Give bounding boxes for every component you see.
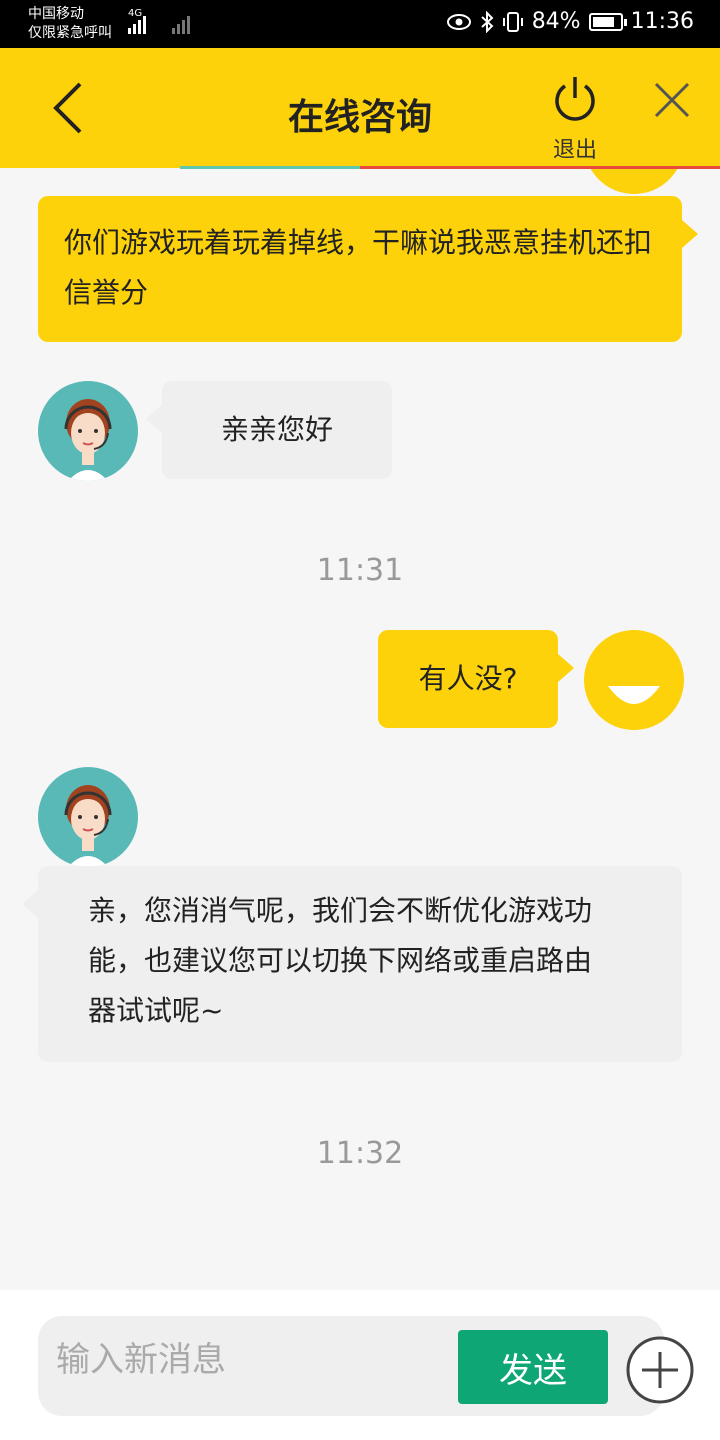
chat-area: 你们游戏玩着玩着掉线，干嘛说我恶意挂机还扣信誉分 亲亲您好 11:31 有人没? (0, 169, 720, 1290)
user-message: 你们游戏玩着玩着掉线，干嘛说我恶意挂机还扣信誉分 (38, 196, 698, 342)
add-attachment-button[interactable] (624, 1334, 696, 1406)
message-text: 亲，您消消气呢，我们会不断优化游戏功能，也建议您可以切换下网络或重启路由器试试呢… (88, 894, 593, 1027)
carrier-status: 仅限紧急呼叫 (28, 25, 112, 41)
smiley-icon (584, 169, 684, 194)
message-text: 你们游戏玩着玩着掉线，干嘛说我恶意挂机还扣信誉分 (64, 226, 653, 309)
agent-avatar-icon (64, 785, 112, 867)
header-bar: 在线咨询 退出 (0, 48, 720, 168)
status-right: 84% 11:36 (446, 9, 694, 34)
bluetooth-icon (481, 10, 494, 33)
user-avatar (584, 630, 684, 730)
message-text: 有人没? (418, 662, 518, 695)
plus-circle-icon (626, 1336, 694, 1404)
smiley-icon (608, 686, 660, 704)
status-time: 11:36 (630, 9, 694, 34)
message-input[interactable] (56, 1334, 446, 1386)
carrier-info: 中国移动 仅限紧急呼叫 (28, 5, 112, 43)
timestamp: 11:32 (316, 1136, 404, 1171)
battery-icon (588, 12, 627, 31)
close-button[interactable] (650, 78, 694, 122)
user-avatar (584, 169, 684, 194)
message-text: 亲亲您好 (220, 413, 333, 446)
timestamp: 11:31 (316, 553, 404, 588)
agent-avatar (38, 767, 138, 867)
agent-avatar (38, 381, 138, 481)
status-bar: 中国移动 仅限紧急呼叫 4G 84% 11:36 (0, 0, 720, 48)
message-input-container: 发送 (38, 1316, 664, 1416)
agent-message: 亲亲您好 (146, 381, 392, 479)
carrier-name: 中国移动 (28, 6, 84, 22)
agent-message: 亲，您消消气呢，我们会不断优化游戏功能，也建议您可以切换下网络或重启路由器试试呢… (22, 866, 682, 1062)
logout-button[interactable]: 退出 (540, 74, 610, 164)
input-bar: 发送 (0, 1290, 720, 1440)
vibrate-icon (502, 11, 523, 32)
power-icon (555, 77, 595, 121)
no-signal-icon (172, 12, 190, 34)
page-title: 在线咨询 (287, 97, 432, 138)
logout-label: 退出 (552, 138, 597, 163)
battery-percent: 84% (531, 9, 581, 34)
close-icon (654, 82, 690, 118)
eye-icon (446, 13, 471, 30)
network-type: 4G (128, 8, 143, 19)
send-button[interactable]: 发送 (458, 1330, 608, 1404)
agent-avatar-icon (64, 399, 112, 481)
user-message: 有人没? (378, 630, 574, 728)
